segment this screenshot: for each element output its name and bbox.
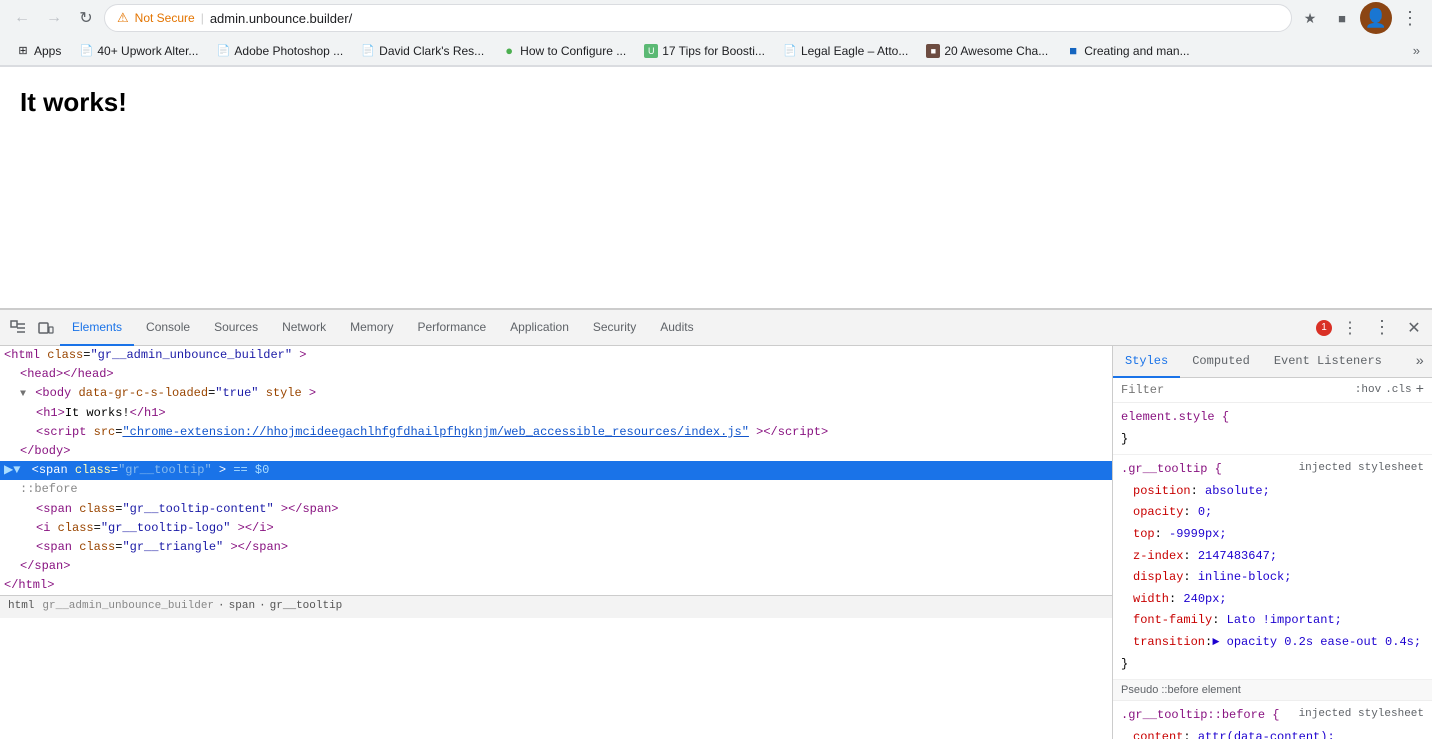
- not-secure-label: Not Secure: [135, 11, 195, 25]
- star-button[interactable]: ★: [1296, 4, 1324, 32]
- bookmark-photoshop-label: Adobe Photoshop ...: [234, 44, 343, 58]
- filter-cls-button[interactable]: .cls: [1385, 384, 1411, 396]
- bookmark-photoshop[interactable]: 📄 Adobe Photoshop ...: [208, 42, 351, 60]
- devtools-panel: Elements Console Sources Network Memory …: [0, 309, 1432, 739]
- page-content: It works!: [0, 67, 1432, 309]
- devtools-close-button[interactable]: ✕: [1400, 314, 1428, 342]
- extensions-button[interactable]: ■: [1328, 4, 1356, 32]
- page-heading: It works!: [20, 87, 1412, 118]
- dom-line[interactable]: <span class="gr__tooltip-content" ></spa…: [0, 500, 1112, 519]
- devtools-main: <html class="gr__admin_unbounce_builder"…: [0, 346, 1432, 739]
- awesome-icon: ■: [926, 44, 940, 58]
- add-style-button[interactable]: +: [1416, 382, 1424, 398]
- tab-console[interactable]: Console: [134, 310, 202, 346]
- bookmark-creating-label: Creating and man...: [1084, 44, 1189, 58]
- tab-sources[interactable]: Sources: [202, 310, 270, 346]
- devtools-toolbar: Elements Console Sources Network Memory …: [0, 310, 1432, 346]
- error-badge-button[interactable]: 1: [1316, 320, 1332, 336]
- styles-filter-input[interactable]: [1121, 383, 1351, 397]
- css-rule-element-style: element.style { }: [1113, 403, 1432, 455]
- css-rule-gr-tooltip-before: .gr__tooltip::before { injected styleshe…: [1113, 701, 1432, 739]
- tab-elements[interactable]: Elements: [60, 310, 134, 346]
- nav-icons: ★ ■ 👤 ⋮: [1296, 2, 1424, 34]
- styles-tab-computed[interactable]: Computed: [1180, 346, 1262, 378]
- device-toggle-button[interactable]: [32, 314, 60, 342]
- tab-application[interactable]: Application: [498, 310, 581, 346]
- dom-panel[interactable]: <html class="gr__admin_unbounce_builder"…: [0, 346, 1113, 739]
- browser-chrome: ← → ↻ ⚠ Not Secure | admin.unbounce.buil…: [0, 0, 1432, 67]
- bookmark-awesome[interactable]: ■ 20 Awesome Cha...: [918, 42, 1056, 60]
- account-button[interactable]: 👤: [1360, 2, 1392, 34]
- nav-bar: ← → ↻ ⚠ Not Secure | admin.unbounce.buil…: [0, 0, 1432, 36]
- dom-line-selected[interactable]: ▶▼ <span class="gr__tooltip" > == $0: [0, 461, 1112, 480]
- tab-audits[interactable]: Audits: [648, 310, 705, 346]
- tab-performance[interactable]: Performance: [405, 310, 498, 346]
- inspect-element-button[interactable]: [4, 314, 32, 342]
- bookmark-apps-label: Apps: [34, 44, 61, 58]
- bookmark-configure[interactable]: ● How to Configure ...: [494, 42, 634, 60]
- upwork-icon: 📄: [79, 44, 93, 58]
- bookmark-creating[interactable]: ■ Creating and man...: [1058, 42, 1197, 60]
- devtools-settings-button[interactable]: ⋮: [1336, 314, 1364, 342]
- devtools-tabs: Elements Console Sources Network Memory …: [60, 310, 1316, 346]
- tab-network[interactable]: Network: [270, 310, 338, 346]
- tips-icon: U: [644, 44, 658, 58]
- bookmark-awesome-label: 20 Awesome Cha...: [944, 44, 1048, 58]
- back-button[interactable]: ←: [8, 4, 36, 32]
- tag: <html: [4, 348, 40, 362]
- address-bar[interactable]: ⚠ Not Secure | admin.unbounce.builder/: [104, 4, 1292, 32]
- tab-security[interactable]: Security: [581, 310, 648, 346]
- dom-line[interactable]: </body>: [0, 442, 1112, 461]
- bookmark-tips-label: 17 Tips for Boosti...: [662, 44, 765, 58]
- david-clark-icon: 📄: [361, 44, 375, 58]
- styles-tabs: Styles Computed Event Listeners »: [1113, 346, 1432, 378]
- bookmark-legal-label: Legal Eagle – Atto...: [801, 44, 908, 58]
- dom-breadcrumb: html ​ gr__admin_unbounce_builder · span…: [0, 595, 1112, 618]
- filter-hov-button[interactable]: :hov: [1355, 384, 1381, 396]
- bookmark-david-clark-label: David Clark's Res...: [379, 44, 484, 58]
- bookmark-apps[interactable]: ⊞ Apps: [8, 42, 69, 60]
- dom-line[interactable]: ▼ <body data-gr-c-s-loaded="true" style …: [0, 384, 1112, 403]
- dom-line[interactable]: </span>: [0, 557, 1112, 576]
- bookmark-david-clark[interactable]: 📄 David Clark's Res...: [353, 42, 492, 60]
- dom-line[interactable]: </html>: [0, 576, 1112, 595]
- legal-icon: 📄: [783, 44, 797, 58]
- creating-icon: ■: [1066, 44, 1080, 58]
- bookmark-legal[interactable]: 📄 Legal Eagle – Atto...: [775, 42, 916, 60]
- dom-line[interactable]: <span class="gr__triangle" ></span>: [0, 538, 1112, 557]
- styles-more-button[interactable]: »: [1408, 346, 1432, 377]
- bookmarks-more-button[interactable]: »: [1409, 41, 1424, 60]
- styles-tab-event-listeners[interactable]: Event Listeners: [1262, 346, 1394, 378]
- bookmark-upwork[interactable]: 📄 40+ Upwork Alter...: [71, 42, 206, 60]
- lock-icon: ⚠: [117, 10, 129, 26]
- bookmark-configure-label: How to Configure ...: [520, 44, 626, 58]
- reload-button[interactable]: ↻: [72, 4, 100, 32]
- dom-line[interactable]: <h1>It works!</h1>: [0, 404, 1112, 423]
- filter-row: :hov .cls +: [1113, 378, 1432, 403]
- bookmark-tips[interactable]: U 17 Tips for Boosti...: [636, 42, 773, 60]
- devtools-toolbar-right: 1 ⋮ ⋮ ✕: [1316, 314, 1428, 342]
- error-count: 1: [1316, 320, 1332, 336]
- forward-button[interactable]: →: [40, 4, 68, 32]
- triangle-icon[interactable]: ▼: [20, 389, 26, 400]
- configure-icon: ●: [502, 44, 516, 58]
- styles-tab-styles[interactable]: Styles: [1113, 346, 1180, 378]
- styles-panel: Styles Computed Event Listeners » :hov .…: [1113, 346, 1432, 739]
- css-rule-gr-tooltip: .gr__tooltip { injected stylesheet posit…: [1113, 455, 1432, 680]
- devtools-more-button[interactable]: ⋮: [1368, 314, 1396, 342]
- bookmark-upwork-label: 40+ Upwork Alter...: [97, 44, 198, 58]
- dom-line[interactable]: <html class="gr__admin_unbounce_builder"…: [0, 346, 1112, 365]
- dom-line[interactable]: <script src="chrome-extension://hhojmcid…: [0, 423, 1112, 442]
- tab-memory[interactable]: Memory: [338, 310, 405, 346]
- photoshop-icon: 📄: [216, 44, 230, 58]
- pseudo-element-header: Pseudo ::before element: [1113, 680, 1432, 701]
- apps-icon: ⊞: [16, 44, 30, 58]
- address-text: admin.unbounce.builder/: [210, 11, 1279, 26]
- dom-line[interactable]: ::before: [0, 480, 1112, 499]
- dom-line[interactable]: <i class="gr__tooltip-logo" ></i>: [0, 519, 1112, 538]
- dom-line[interactable]: <head></head>: [0, 365, 1112, 384]
- bookmarks-bar: ⊞ Apps 📄 40+ Upwork Alter... 📄 Adobe Pho…: [0, 36, 1432, 66]
- more-button[interactable]: ⋮: [1396, 4, 1424, 32]
